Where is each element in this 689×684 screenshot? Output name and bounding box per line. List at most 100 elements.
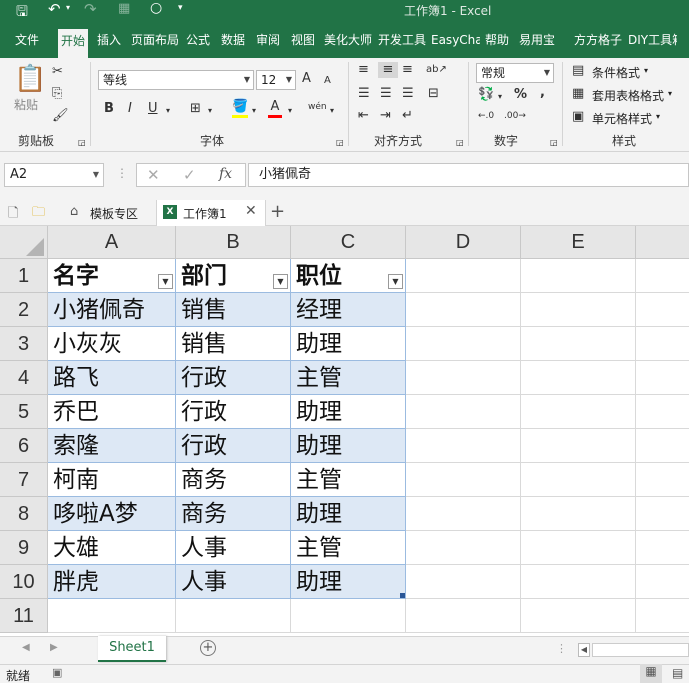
row-header-2[interactable]: 2 — [0, 293, 48, 327]
empty-cell[interactable] — [406, 463, 521, 497]
tab-formulas[interactable]: 公式 — [183, 28, 213, 52]
filter-dropdown-icon[interactable]: ▼ — [158, 274, 173, 289]
chevron-down-icon[interactable]: ▾ — [644, 66, 648, 75]
chevron-down-icon[interactable]: ▾ — [668, 89, 672, 98]
table-resize-handle[interactable] — [400, 593, 405, 598]
horizontal-scrollbar[interactable] — [592, 643, 689, 657]
phonetic-icon[interactable]: wén — [308, 99, 327, 115]
table-cell[interactable]: 柯南 — [48, 463, 176, 497]
chevron-down-icon[interactable]: ▾ — [166, 103, 170, 119]
tab-easycharts[interactable]: EasyCharts — [428, 28, 480, 52]
chevron-down-icon[interactable]: ▾ — [252, 103, 256, 119]
conditional-format-icon[interactable]: ▤ — [572, 63, 584, 79]
row-header-10[interactable]: 10 — [0, 565, 48, 599]
table-cell[interactable]: 主管 — [291, 361, 406, 395]
empty-cell[interactable] — [636, 395, 689, 429]
tab-home[interactable]: 开始 — [58, 29, 89, 58]
tab-review[interactable]: 审阅 — [253, 28, 283, 52]
macro-record-icon[interactable]: ▣ — [52, 666, 62, 679]
empty-cell[interactable] — [521, 565, 636, 599]
table-cell[interactable]: 索隆 — [48, 429, 176, 463]
underline-button[interactable]: U — [148, 101, 158, 117]
row-header-3[interactable]: 3 — [0, 327, 48, 361]
table-cell[interactable]: 小猪佩奇 — [48, 293, 176, 327]
paste-icon[interactable]: 📋 — [14, 64, 46, 94]
empty-cell[interactable] — [636, 327, 689, 361]
table-cell[interactable]: 行政 — [176, 429, 291, 463]
column-header-b[interactable]: B — [176, 226, 291, 259]
empty-cell[interactable] — [406, 531, 521, 565]
format-as-table-button[interactable]: 套用表格格式 — [592, 87, 664, 104]
table-cell[interactable]: 助理 — [291, 565, 406, 599]
font-grow-icon[interactable]: A — [302, 71, 311, 87]
tab-yiyongbao[interactable]: 易用宝 — [516, 28, 568, 52]
row-header-9[interactable]: 9 — [0, 531, 48, 565]
shape-icon[interactable]: ○ — [150, 0, 162, 16]
table-cell[interactable]: 商务 — [176, 463, 291, 497]
italic-button[interactable]: I — [128, 101, 132, 117]
increase-indent-icon[interactable]: ⇥ — [380, 108, 391, 124]
empty-cell[interactable] — [406, 327, 521, 361]
empty-cell[interactable] — [176, 599, 291, 633]
percent-style-icon[interactable]: % — [514, 87, 527, 103]
empty-cell[interactable] — [406, 259, 521, 293]
column-header-e[interactable]: E — [521, 226, 636, 259]
tab-diy[interactable]: DIY工具箱 — [625, 28, 677, 52]
bold-button[interactable]: B — [104, 101, 114, 117]
new-file-icon[interactable]: 🗋 — [8, 204, 18, 226]
filter-dropdown-icon[interactable]: ▼ — [388, 274, 403, 289]
spreadsheet-grid[interactable]: ABCDE 1 2 3 4 5 6 7 8 9 10 11 名字 ▼ 部门 ▼ 职位 ▼ 小猪佩奇 销售 经理 小灰灰… — [0, 226, 689, 636]
increase-decimal-icon[interactable]: ←.0 — [478, 108, 494, 124]
table-cell[interactable]: 行政 — [176, 361, 291, 395]
copy-icon[interactable]: ⎘ — [52, 86, 62, 102]
align-right-icon[interactable]: ☰ — [402, 86, 414, 102]
alignment-launcher-icon[interactable]: ◲ — [456, 138, 464, 147]
empty-cell[interactable] — [521, 497, 636, 531]
empty-cell[interactable] — [636, 361, 689, 395]
table-header-cell[interactable]: 部门 ▼ — [176, 259, 291, 293]
paste-label[interactable]: 粘贴 — [14, 96, 38, 113]
select-all-corner[interactable] — [0, 226, 48, 259]
chevron-down-icon[interactable]: ▾ — [656, 112, 660, 121]
row-header-4[interactable]: 4 — [0, 361, 48, 395]
empty-cell[interactable] — [521, 429, 636, 463]
table-cell[interactable]: 胖虎 — [48, 565, 176, 599]
orientation-icon[interactable]: ab↗ — [426, 62, 447, 78]
next-sheet-icon[interactable]: ▶ — [50, 642, 58, 653]
row-header-7[interactable]: 7 — [0, 463, 48, 497]
font-shrink-icon[interactable]: A — [324, 73, 331, 89]
align-middle-icon[interactable]: ≡ — [378, 62, 398, 78]
undo-dropdown-icon[interactable]: ▾ — [66, 3, 70, 12]
tab-data[interactable]: 数据 — [218, 28, 248, 52]
column-header-a[interactable]: A — [48, 226, 176, 259]
sheet-tab-sheet1[interactable]: Sheet1 — [98, 636, 166, 662]
conditional-format-button[interactable]: 条件格式 — [592, 64, 640, 81]
chevron-down-icon[interactable]: ▾ — [330, 103, 334, 119]
empty-cell[interactable] — [521, 361, 636, 395]
table-cell[interactable]: 助理 — [291, 395, 406, 429]
format-as-table-icon[interactable]: ▦ — [572, 86, 584, 102]
empty-cell[interactable] — [521, 463, 636, 497]
format-painter-icon[interactable]: 🖌 — [52, 108, 69, 124]
column-header-overflow[interactable] — [636, 226, 689, 259]
decrease-decimal-icon[interactable]: .00→ — [504, 108, 526, 124]
tab-view[interactable]: 视图 — [288, 28, 318, 52]
empty-cell[interactable] — [406, 497, 521, 531]
cancel-icon[interactable]: ✕ — [147, 166, 160, 184]
clipboard-launcher-icon[interactable]: ◲ — [78, 138, 86, 147]
tab-insert[interactable]: 插入 — [94, 28, 124, 52]
empty-cell[interactable] — [406, 429, 521, 463]
align-bottom-icon[interactable]: ≡ — [402, 62, 413, 78]
empty-cell[interactable] — [636, 565, 689, 599]
font-color-icon[interactable]: A — [268, 99, 282, 118]
empty-cell[interactable] — [521, 259, 636, 293]
font-size-select[interactable]: 12 ▼ — [256, 70, 296, 90]
form-icon[interactable]: ▦ — [118, 1, 130, 16]
open-folder-icon[interactable]: 🗀 — [32, 203, 45, 225]
table-cell[interactable]: 主管 — [291, 531, 406, 565]
chevron-down-icon[interactable]: ▾ — [498, 89, 502, 105]
more-icon[interactable]: ⋮ — [116, 166, 128, 180]
empty-cell[interactable] — [636, 429, 689, 463]
tab-page-layout[interactable]: 页面布局 — [128, 28, 182, 52]
table-cell[interactable]: 销售 — [176, 293, 291, 327]
